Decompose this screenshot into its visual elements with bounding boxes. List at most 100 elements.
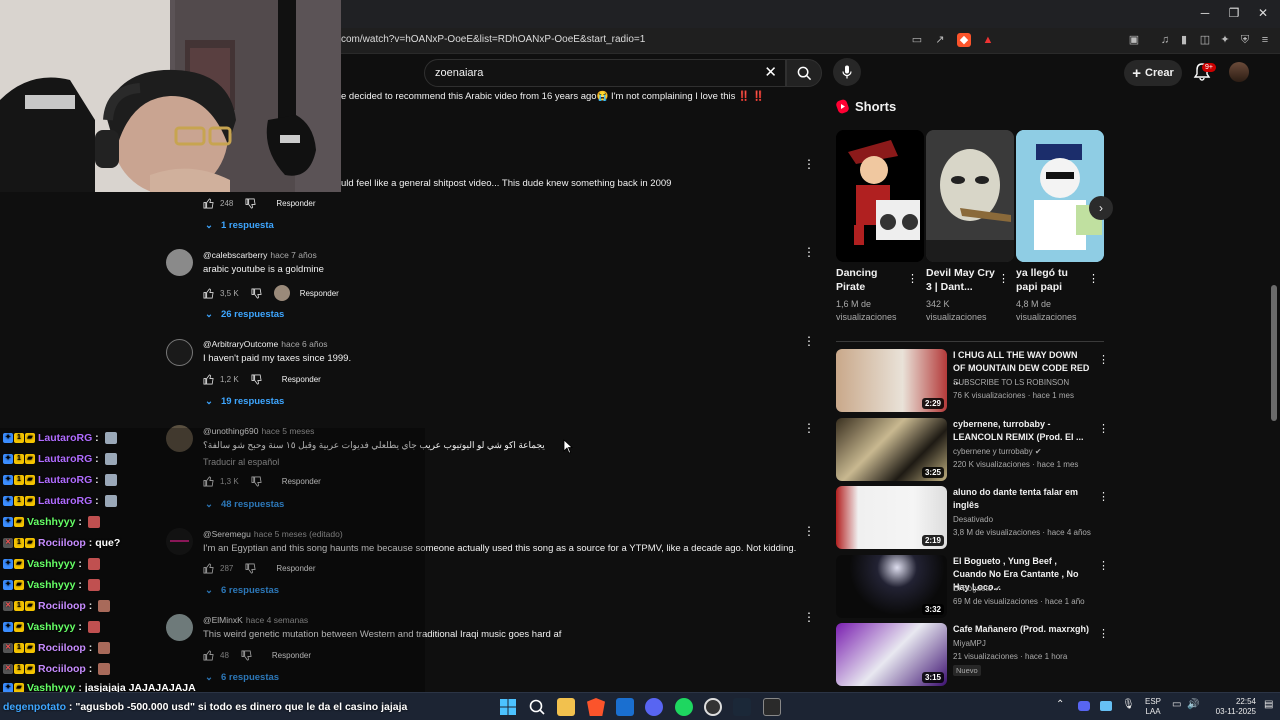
view-replies-button[interactable]: ⌄ 19 respuestas — [205, 396, 284, 407]
leo-icon[interactable]: ✦ — [1218, 33, 1232, 47]
chat-username[interactable]: Rociiloop — [38, 663, 86, 675]
comment-author[interactable]: @ArbitraryOutcome — [203, 339, 278, 349]
search-input[interactable]: zoenaiara ✕ — [424, 59, 786, 87]
steam-icon[interactable] — [733, 698, 751, 716]
video-channel[interactable]: Desativado — [953, 515, 993, 524]
recommended-video[interactable]: 3:32 El Bogueto , Yung Beef , Cuando No … — [836, 555, 1109, 619]
vpn-icon[interactable]: ⛨ — [1238, 33, 1252, 47]
brave-browser-icon[interactable] — [587, 698, 605, 716]
comment-more-icon[interactable]: ⋮ — [803, 335, 815, 347]
scrollbar-thumb[interactable] — [1271, 285, 1277, 421]
chat-username[interactable]: Rociiloop — [38, 537, 86, 549]
chat-ticker-user[interactable]: degenpotato — [3, 701, 66, 713]
dislike-icon[interactable] — [245, 198, 256, 209]
like-icon[interactable] — [203, 198, 214, 209]
channel-name[interactable]: cybernene y turrobaby — [953, 447, 1033, 456]
close-window-button[interactable]: ✕ — [1253, 6, 1273, 20]
view-replies-button[interactable]: ⌄ 26 respuestas — [205, 309, 284, 320]
recommended-video[interactable]: 3:25 cybernene, turrobaby - LEANCOLN REM… — [836, 418, 1109, 482]
reply-button[interactable]: Responder — [300, 289, 339, 298]
epic-games-icon[interactable] — [763, 698, 781, 716]
chat-username[interactable]: Vashhyyy — [27, 621, 75, 633]
dislike-icon[interactable] — [251, 288, 262, 299]
tray-steam-icon[interactable] — [1100, 701, 1112, 711]
shorts-next-button[interactable]: › — [1089, 196, 1113, 220]
account-avatar[interactable] — [1229, 62, 1249, 82]
volume-icon[interactable]: 🔊 — [1187, 700, 1199, 710]
minimize-button[interactable]: ─ — [1195, 6, 1215, 20]
video-channel[interactable]: El Bogueto ✔ — [953, 584, 1001, 593]
tray-microphone-icon[interactable]: 🎙 — [1122, 700, 1135, 710]
video-thumbnail[interactable]: 2:29 — [836, 349, 947, 412]
short-more-icon[interactable]: ⋮ — [907, 272, 918, 285]
video-more-icon[interactable]: ⋮ — [1098, 627, 1109, 640]
short-more-icon[interactable]: ⋮ — [1088, 272, 1099, 285]
channel-name[interactable]: El Bogueto — [953, 584, 992, 593]
file-explorer-icon[interactable] — [557, 698, 575, 716]
short-thumbnail[interactable] — [1016, 130, 1104, 262]
recommended-video[interactable]: 2:29 I CHUG ALL THE WAY DOWN OF MOUNTAIN… — [836, 349, 1109, 413]
chat-username[interactable]: Vashhyyy — [27, 558, 75, 570]
chat-username[interactable]: Rociiloop — [38, 600, 86, 612]
reply-button[interactable]: Responder — [282, 375, 321, 384]
video-channel[interactable]: MiyaMPJ — [953, 639, 986, 648]
voice-search-button[interactable] — [833, 58, 861, 86]
taskbar-search-icon[interactable] — [528, 698, 546, 716]
comment-more-icon[interactable]: ⋮ — [803, 611, 815, 623]
chat-username[interactable]: LautaroRG — [38, 495, 92, 507]
chat-username[interactable]: Vashhyyy — [27, 516, 75, 528]
search-value[interactable]: zoenaiara — [435, 67, 483, 79]
video-more-icon[interactable]: ⋮ — [1098, 422, 1109, 435]
brave-rewards-icon[interactable]: ▲ — [981, 33, 995, 47]
create-button[interactable]: + Crear — [1124, 60, 1182, 86]
chat-username[interactable]: Vashhyyy — [27, 579, 75, 591]
share-icon[interactable]: ↗ — [933, 33, 947, 47]
recommended-video[interactable]: 3:15 Cafe Mañanero (Prod. maxrxgh) MiyaM… — [836, 623, 1109, 687]
language-indicator[interactable]: ESP LAA — [1142, 697, 1164, 717]
photos-icon[interactable] — [616, 698, 634, 716]
video-title[interactable]: Cafe Mañanero (Prod. maxrxgh) — [953, 623, 1091, 636]
wallet-icon[interactable]: ◫ — [1198, 33, 1212, 47]
video-thumbnail[interactable]: 3:25 — [836, 418, 947, 481]
video-more-icon[interactable]: ⋮ — [1098, 559, 1109, 572]
video-title[interactable]: cybernene, turrobaby - LEANCOLN REMIX (P… — [953, 418, 1091, 444]
video-more-icon[interactable]: ⋮ — [1098, 490, 1109, 503]
video-thumbnail[interactable]: 3:32 — [836, 555, 947, 618]
clear-search-icon[interactable]: ✕ — [764, 63, 777, 81]
chat-username[interactable]: LautaroRG — [38, 474, 92, 486]
like-icon[interactable] — [203, 374, 214, 385]
short-title[interactable]: ya llegó tu papi papi — [1016, 266, 1086, 294]
media-icon[interactable]: ♫ — [1158, 33, 1172, 47]
chat-username[interactable]: LautaroRG — [38, 432, 92, 444]
sidebar-icon[interactable]: ▣ — [1127, 33, 1141, 47]
dislike-icon[interactable] — [251, 374, 262, 385]
comment-more-icon[interactable]: ⋮ — [803, 158, 815, 170]
video-title[interactable]: aluno do dante tenta falar em inglês — [953, 486, 1091, 512]
tray-overflow-icon[interactable]: ⌃ — [1056, 700, 1064, 710]
short-thumbnail[interactable] — [836, 130, 924, 262]
windows-start-icon[interactable] — [499, 698, 517, 716]
avatar[interactable] — [166, 339, 193, 366]
chat-username[interactable]: LautaroRG — [38, 453, 92, 465]
chat-username[interactable]: Rociiloop — [38, 642, 86, 654]
video-more-icon[interactable]: ⋮ — [1098, 353, 1109, 366]
view-replies-button[interactable]: ⌄ 1 respuesta — [205, 220, 274, 231]
recommended-video[interactable]: 2:19 aluno do dante tenta falar em inglê… — [836, 486, 1109, 550]
obs-icon[interactable] — [704, 698, 722, 716]
like-icon[interactable] — [203, 288, 214, 299]
maximize-button[interactable]: ❐ — [1224, 6, 1244, 20]
notification-center-icon[interactable]: ▤ — [1264, 700, 1273, 710]
clock[interactable]: 22:54 03-11-2025 — [1208, 697, 1256, 717]
brave-shields-icon[interactable]: ◆ — [957, 33, 971, 47]
reply-button[interactable]: Responder — [276, 199, 315, 208]
tray-discord-icon[interactable] — [1078, 701, 1090, 711]
video-channel[interactable]: SUBSCRIBE TO LS ROBINSON — [953, 378, 1069, 387]
short-title[interactable]: Dancing Pirate — [836, 266, 906, 294]
short-title[interactable]: Devil May Cry 3 | Dant... — [926, 266, 996, 294]
url-text[interactable]: com/watch?v=hOANxP-OoeE&list=RDhOANxP-Oo… — [341, 34, 645, 45]
search-button[interactable] — [786, 59, 822, 87]
short-more-icon[interactable]: ⋮ — [998, 272, 1009, 285]
video-thumbnail[interactable]: 2:19 — [836, 486, 947, 549]
video-channel[interactable]: cybernene y turrobaby ✔ — [953, 447, 1042, 456]
network-icon[interactable]: ▭ — [1172, 700, 1181, 710]
